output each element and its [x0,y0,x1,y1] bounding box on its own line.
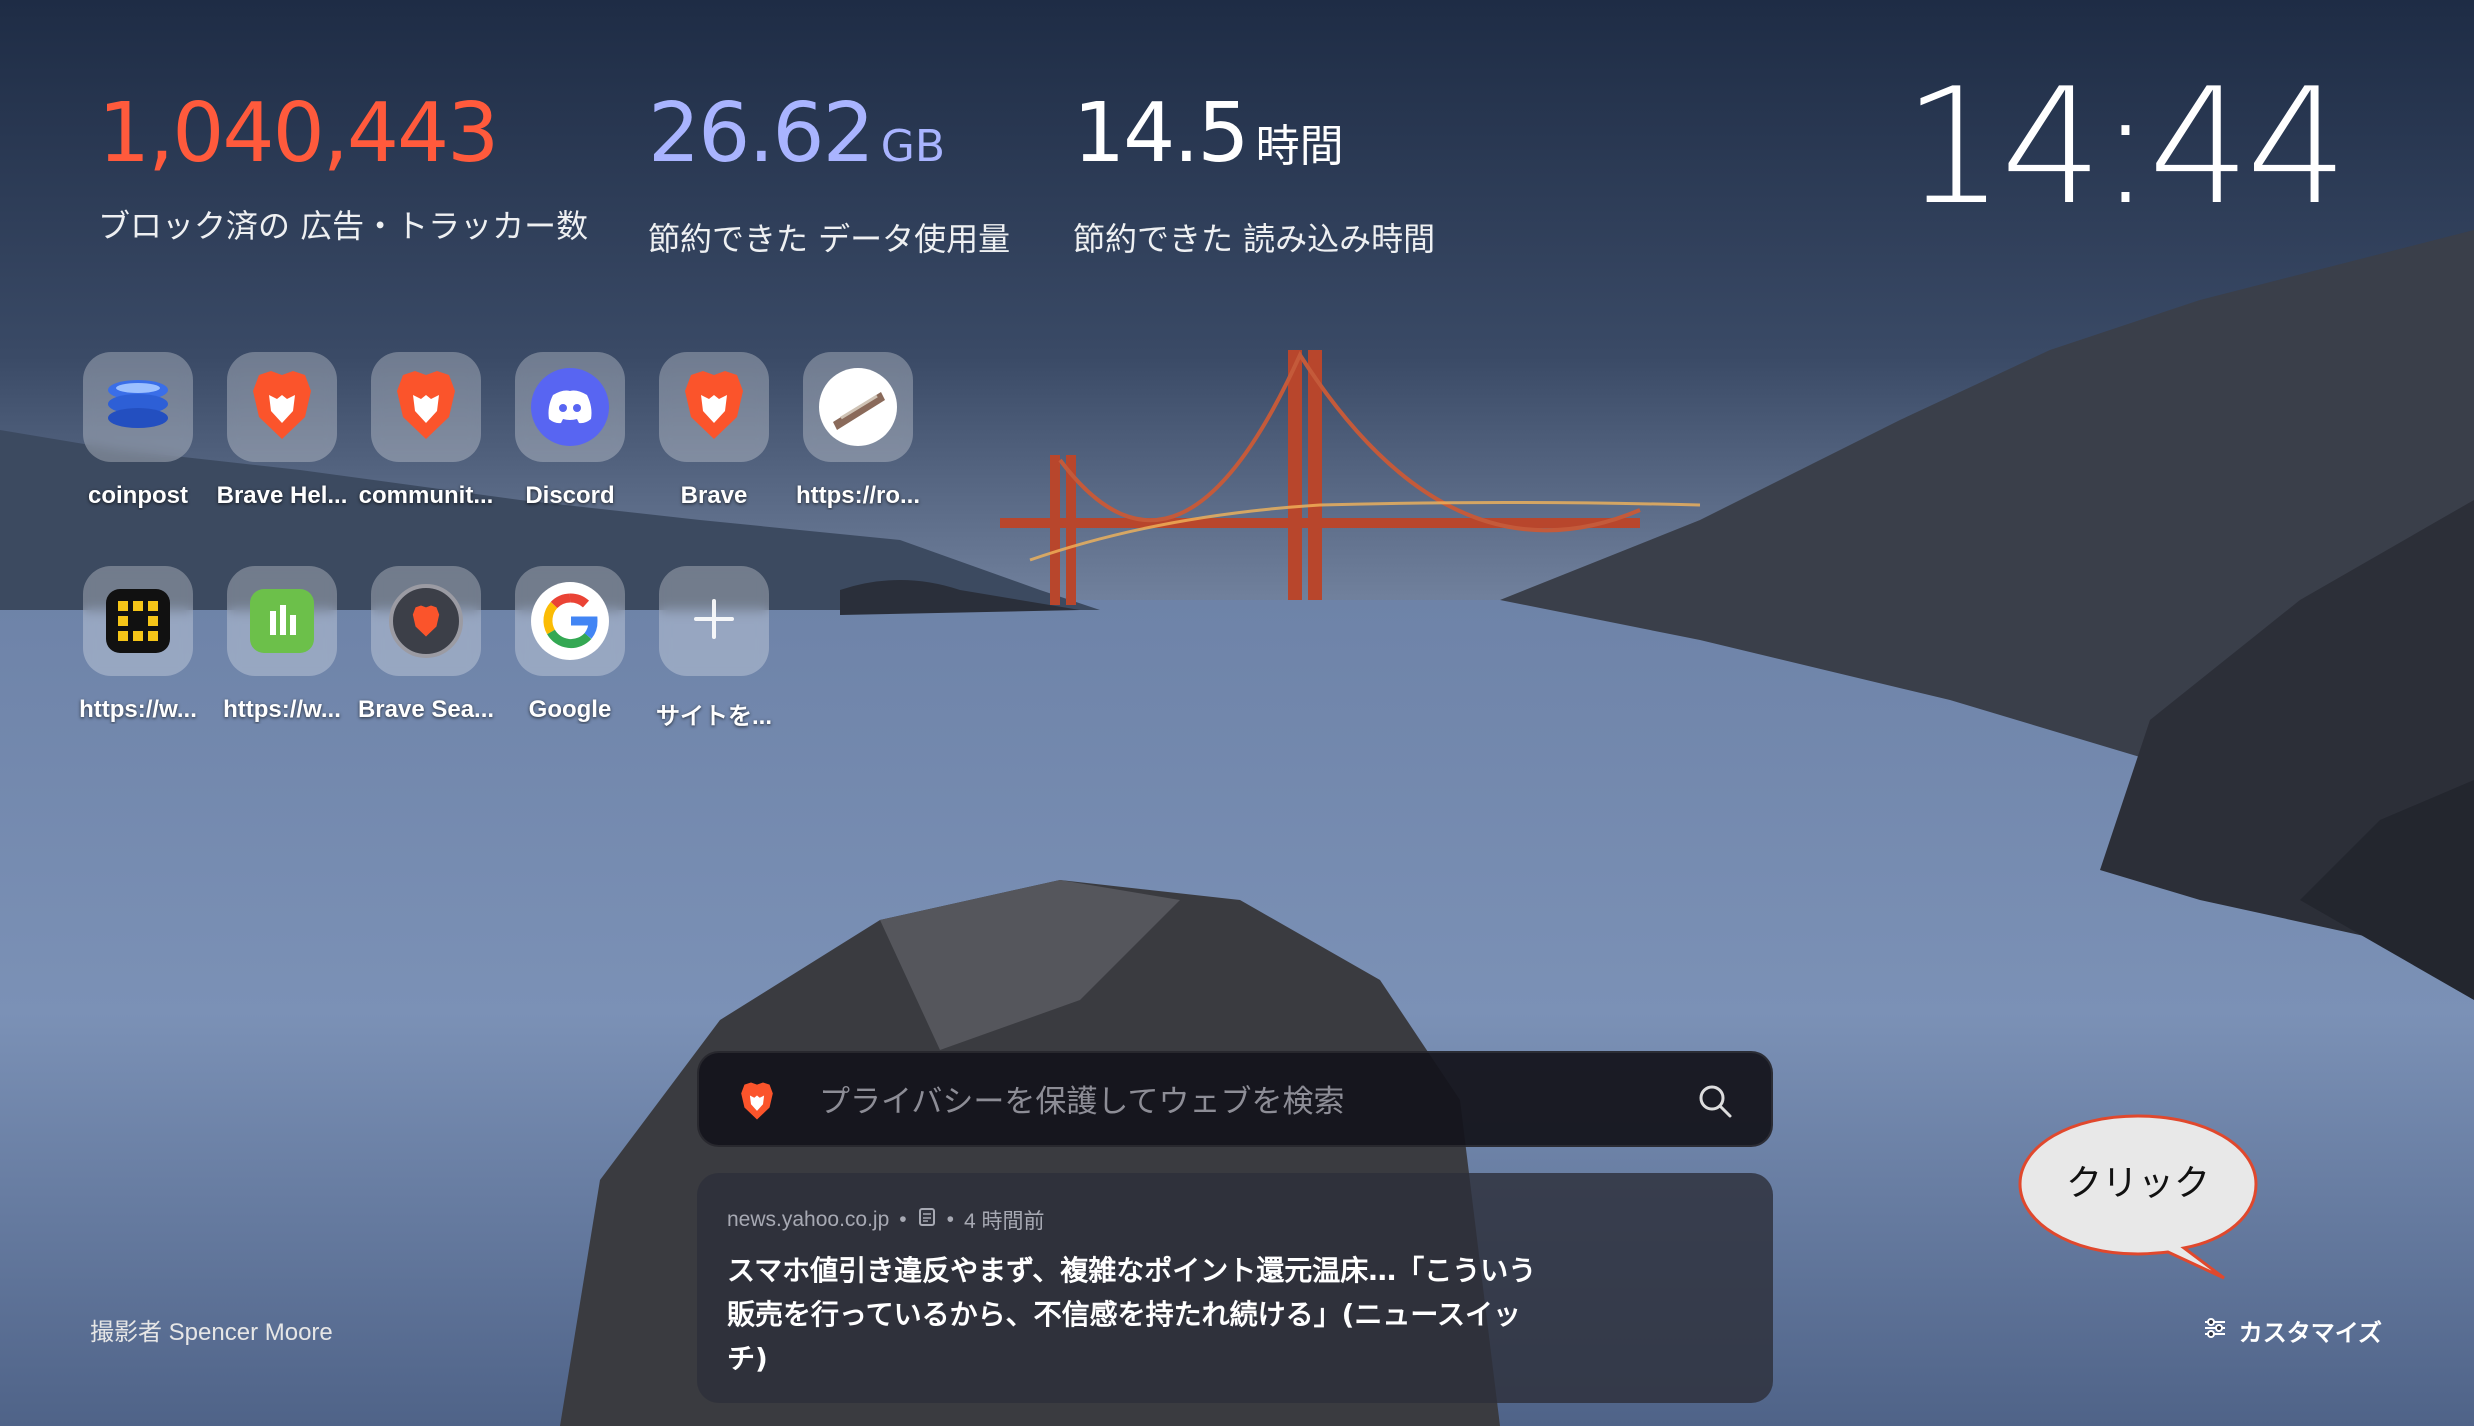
news-age: 4 時間前 [964,1210,1045,1233]
brave-logo-icon [739,1081,775,1125]
site-thumbnail-icon [819,368,897,446]
brave-lion-icon [393,369,459,445]
callout-text: クリック [2065,1163,2210,1204]
customize-label: カスタマイズ [2238,1319,2382,1347]
top-site-ro[interactable]: https://ro... [788,352,928,510]
top-site-label: https://w... [223,696,341,723]
sliders-icon [2203,1316,2227,1346]
news-source: news.yahoo.co.jp [727,1208,890,1231]
top-site-green-app[interactable]: https://w... [212,566,352,724]
top-site-label: Brave [680,482,748,509]
news-card[interactable]: news.yahoo.co.jp • • 4 時間前 スマホ値引き違反やまず、複… [697,1173,1773,1403]
top-site-coinpost[interactable]: coinpost [68,352,208,510]
top-site-label: Google [528,696,612,723]
callout-bubble: クリック [2016,1112,2260,1282]
bandwidth-unit: GB [880,121,946,172]
bandwidth-value: 26.62 [648,86,875,181]
top-site-brave-help[interactable]: Brave Hel... [212,352,352,510]
time-value: 14.5 [1073,86,1250,181]
blocked-count: 1,040,443 [98,86,499,181]
add-site-button[interactable]: サイトを... [644,566,784,731]
top-site-label: Brave Sea... [357,696,495,723]
top-site-community[interactable]: communit... [356,352,496,510]
top-site-google[interactable]: Google [500,566,640,724]
photo-credit[interactable]: 撮影者 Spencer Moore [90,1312,333,1347]
google-icon [531,582,609,660]
bandwidth-label: 節約できた データ使用量 [648,220,1011,258]
top-site-label: サイトを... [655,703,772,730]
separator-dot: • [946,1208,954,1231]
top-site-label: https://ro... [796,482,920,509]
clock: 14:44 [1902,53,2348,240]
search-icon[interactable] [1697,1083,1733,1123]
coinpost-icon [103,370,173,444]
top-site-brave-search[interactable]: Brave Sea... [356,566,496,724]
top-site-label: communit... [358,482,494,509]
separator-dot: • [899,1208,907,1231]
brave-search-icon [389,584,463,658]
search-bar[interactable] [697,1051,1773,1147]
stat-blocked-trackers: 1,040,443 ブロック済の 広告・トラッカー数 [98,84,588,248]
search-input[interactable] [817,1073,1641,1131]
top-site-label: Brave Hel... [216,482,348,509]
stat-bandwidth-saved: 26.62 GB 節約できた データ使用量 [648,84,1010,261]
time-label: 節約できた 読み込み時間 [1073,220,1436,258]
top-site-label: Discord [525,482,615,509]
top-site-discord[interactable]: Discord [500,352,640,510]
stat-time-saved: 14.5 時間 節約できた 読み込み時間 [1073,84,1435,261]
app-grid-icon [106,589,170,653]
customize-button[interactable]: カスタマイズ [2203,1313,2382,1348]
brave-lion-icon [681,369,747,445]
time-unit: 時間 [1255,121,1344,172]
brave-lion-icon [249,369,315,445]
news-headline[interactable]: スマホ値引き違反やまず、複雑なポイント還元温床…「こういう販売を行っているから、… [727,1249,1547,1381]
green-app-icon [250,589,314,653]
top-site-label: coinpost [88,482,188,509]
top-site-app-grid[interactable]: https://w... [68,566,208,724]
top-site-label: https://w... [79,696,197,723]
plus-icon [690,595,738,647]
discord-icon [531,368,609,446]
top-site-brave[interactable]: Brave [644,352,784,510]
blocked-label: ブロック済の 広告・トラッカー数 [98,207,589,245]
news-meta: news.yahoo.co.jp • • 4 時間前 [727,1205,1743,1235]
article-icon [917,1207,937,1233]
